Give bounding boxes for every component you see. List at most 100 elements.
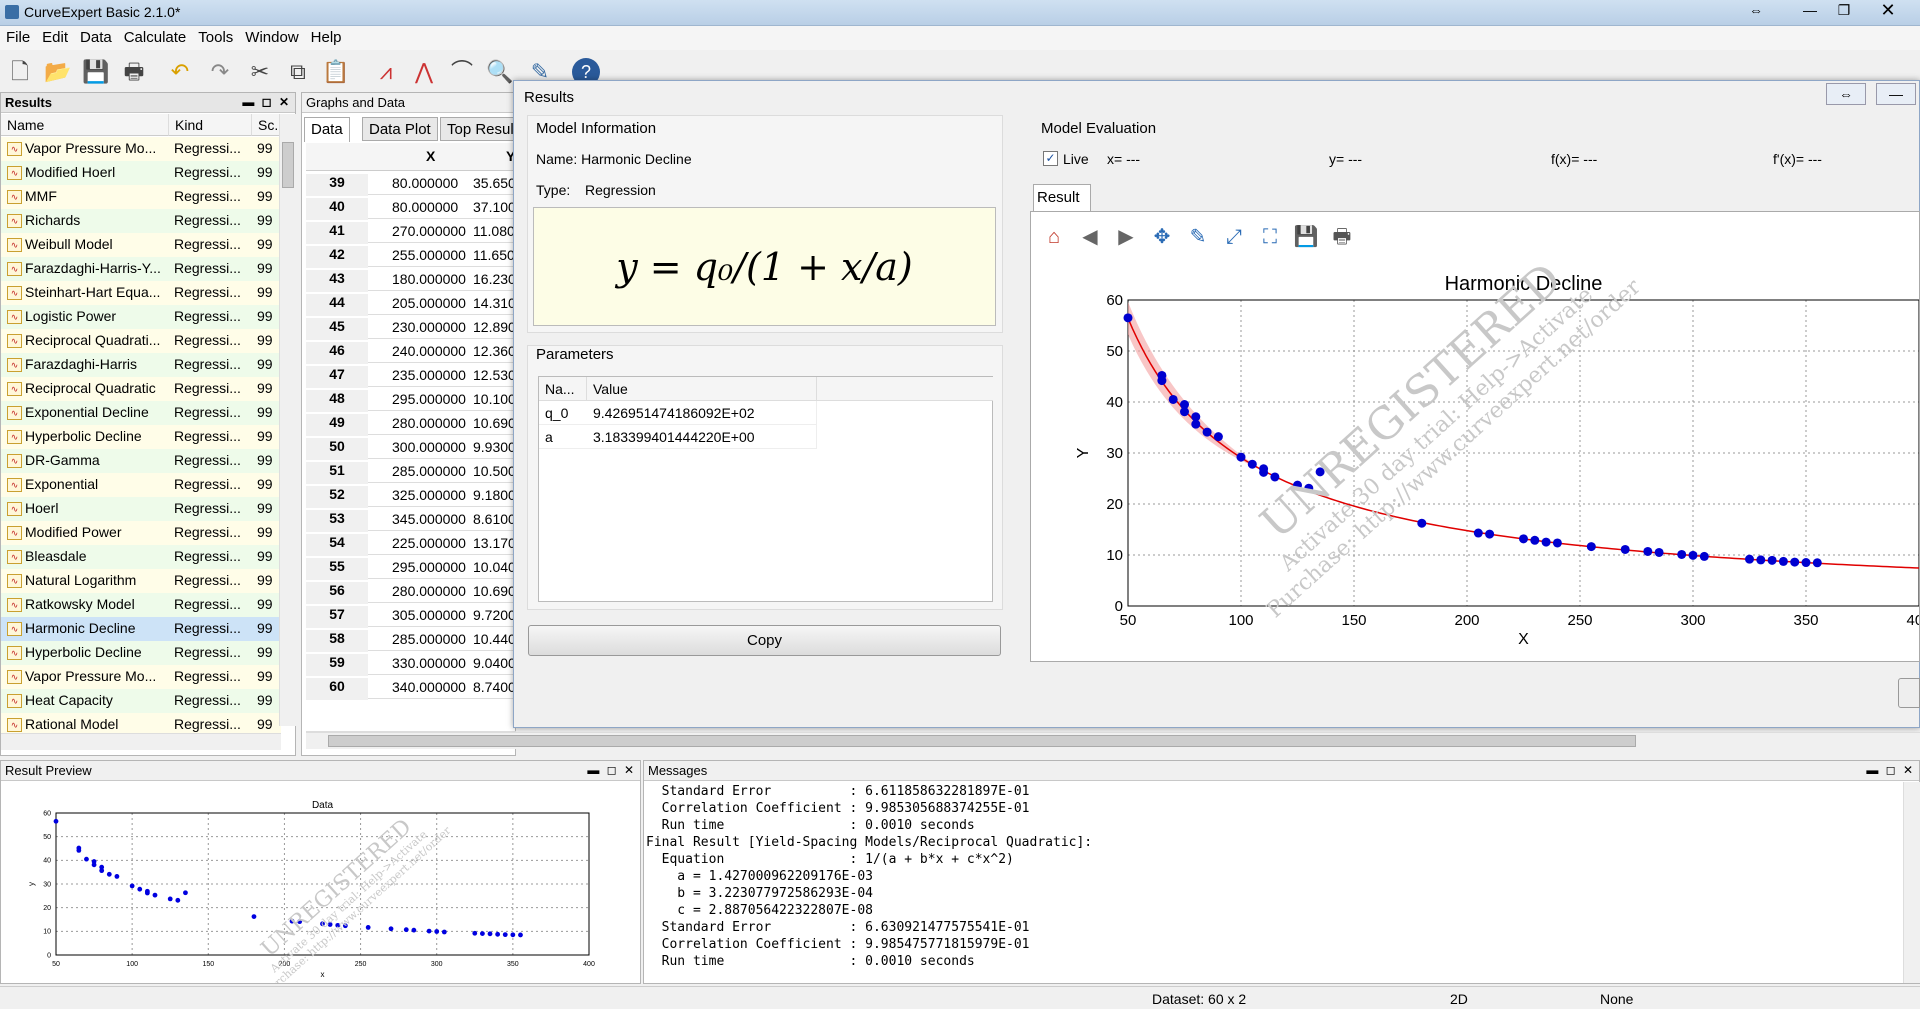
tab-data-plot[interactable]: Data Plot [362, 117, 438, 141]
pan-icon[interactable]: ✥ [1149, 224, 1175, 250]
list-item[interactable]: ∿ Exponential Decline Regressi... 99 [1, 401, 281, 425]
float-toggle-icon[interactable]: ⇔ [1826, 83, 1866, 105]
redo-icon[interactable]: ↷ [204, 56, 236, 88]
scroll-thumb[interactable] [282, 142, 294, 188]
row-number[interactable]: 42 [306, 246, 368, 268]
col-score-header[interactable]: Sc. [252, 114, 282, 136]
menu-help[interactable]: Help [305, 26, 348, 46]
table-row[interactable]: 39 80.000000 35.650 [306, 171, 516, 196]
hscroll-thumb[interactable] [328, 735, 1636, 747]
list-item[interactable]: ∿ Reciprocal Quadrati... Regressi... 99 [1, 329, 281, 353]
table-row[interactable]: 55 295.000000 10.040 [306, 555, 516, 580]
copy-icon[interactable]: ⧉ [282, 56, 314, 88]
table-row[interactable]: 46 240.000000 12.360 [306, 339, 516, 364]
list-item[interactable]: ∿ DR-Gamma Regressi... 99 [1, 449, 281, 473]
table-row[interactable]: 42 255.000000 11.650 [306, 243, 516, 268]
restore-toggle-icon[interactable]: ⇔ [1734, 0, 1778, 20]
list-item[interactable]: ∿ Hyperbolic Decline Regressi... 99 [1, 641, 281, 665]
x-cell[interactable]: 300.000000 [392, 439, 472, 455]
paste-icon[interactable]: 📋 [320, 56, 352, 88]
x-cell[interactable]: 285.000000 [392, 463, 472, 479]
list-item[interactable]: ∿ Hyperbolic Decline Regressi... 99 [1, 425, 281, 449]
results-vscrollbar[interactable] [279, 114, 296, 726]
col-x-header[interactable]: X [426, 148, 435, 164]
y-cell[interactable]: 10.100 [473, 391, 513, 407]
row-number[interactable]: 53 [306, 510, 368, 532]
table-row[interactable]: 58 285.000000 10.440 [306, 627, 516, 652]
row-number[interactable]: 51 [306, 462, 368, 484]
list-item[interactable]: ∿ Modified Power Regressi... 99 [1, 521, 281, 545]
y-cell[interactable]: 12.890 [473, 319, 513, 335]
list-item[interactable]: ∿ Farazdaghi-Harris-Y... Regressi... 99 [1, 257, 281, 281]
menu-calculate[interactable]: Calculate [118, 26, 193, 46]
y-cell[interactable]: 12.360 [473, 343, 513, 359]
x-cell[interactable]: 280.000000 [392, 415, 472, 431]
maximize-button[interactable]: ❐ [1822, 0, 1866, 20]
edit-axes-icon[interactable]: ✎ [1185, 224, 1211, 250]
row-number[interactable]: 55 [306, 558, 368, 580]
row-number[interactable]: 47 [306, 366, 368, 388]
x-cell[interactable]: 205.000000 [392, 295, 472, 311]
panel-controls-icon[interactable]: ▬ ◻ ✕ [587, 763, 636, 777]
x-cell[interactable]: 80.000000 [392, 175, 472, 191]
row-number[interactable]: 49 [306, 414, 368, 436]
tab-top-result[interactable]: Top Result [440, 117, 520, 141]
results-hscrollbar[interactable] [1, 733, 281, 750]
table-row[interactable]: 40 80.000000 37.100 [306, 195, 516, 220]
row-number[interactable]: 39 [306, 174, 368, 196]
x-cell[interactable]: 225.000000 [392, 535, 472, 551]
row-number[interactable]: 58 [306, 630, 368, 652]
row-number[interactable]: 41 [306, 222, 368, 244]
row-number[interactable]: 48 [306, 390, 368, 412]
x-cell[interactable]: 270.000000 [392, 223, 472, 239]
x-cell[interactable]: 295.000000 [392, 391, 472, 407]
table-row[interactable]: 56 280.000000 10.690 [306, 579, 516, 604]
row-number[interactable]: 56 [306, 582, 368, 604]
zoom-icon[interactable]: 🔍 [484, 56, 516, 88]
x-cell[interactable]: 80.000000 [392, 199, 472, 215]
menu-window[interactable]: Window [239, 26, 304, 46]
x-cell[interactable]: 280.000000 [392, 583, 472, 599]
x-cell[interactable]: 285.000000 [392, 631, 472, 647]
list-item[interactable]: ∿ Ratkowsky Model Regressi... 99 [1, 593, 281, 617]
home-icon[interactable]: ⌂ [1041, 224, 1067, 250]
list-item[interactable]: ∿ Bleasdale Regressi... 99 [1, 545, 281, 569]
list-item[interactable]: ∿ Hoerl Regressi... 99 [1, 497, 281, 521]
x-cell[interactable]: 255.000000 [392, 247, 472, 263]
zoom-rect-icon[interactable]: ⛶ [1257, 224, 1283, 250]
row-number[interactable]: 54 [306, 534, 368, 556]
messages-vscrollbar[interactable] [1903, 782, 1920, 983]
y-cell[interactable]: 16.230 [473, 271, 513, 287]
table-row[interactable]: 54 225.000000 13.170 [306, 531, 516, 556]
y-cell[interactable]: 9.0400 [473, 655, 513, 671]
list-item[interactable]: ∿ Exponential Regressi... 99 [1, 473, 281, 497]
list-item[interactable]: ∿ Richards Regressi... 99 [1, 209, 281, 233]
scatter-plot-icon[interactable]: ⩘ [370, 56, 402, 88]
list-item[interactable]: ∿ Farazdaghi-Harris Regressi... 99 [1, 353, 281, 377]
list-item[interactable]: ∿ MMF Regressi... 99 [1, 185, 281, 209]
curve-plot-icon[interactable]: ⌒ [446, 56, 478, 88]
row-number[interactable]: 57 [306, 606, 368, 628]
table-row[interactable]: 60 340.000000 8.7400 [306, 675, 516, 700]
x-cell[interactable]: 330.000000 [392, 655, 472, 671]
list-item[interactable]: ∿ Vapor Pressure Mo... Regressi... 99 [1, 665, 281, 689]
table-row[interactable]: 44 205.000000 14.310 [306, 291, 516, 316]
menu-tools[interactable]: Tools [192, 26, 239, 46]
list-item[interactable]: ∿ Steinhart-Hart Equa... Regressi... 99 [1, 281, 281, 305]
tab-result[interactable]: Result [1033, 184, 1091, 211]
undo-icon[interactable]: ↶ [164, 56, 196, 88]
dialog-button-partial[interactable] [1898, 678, 1920, 708]
row-number[interactable]: 45 [306, 318, 368, 340]
x-cell[interactable]: 305.000000 [392, 607, 472, 623]
x-cell[interactable]: 340.000000 [392, 679, 472, 695]
panel-controls-icon[interactable]: ▬ ◻ ✕ [1866, 763, 1915, 777]
param-value-header[interactable]: Value [587, 377, 817, 401]
list-item[interactable]: ∿ Modified Hoerl Regressi... 99 [1, 161, 281, 185]
list-item[interactable]: ∿ Vapor Pressure Mo... Regressi... 99 [1, 137, 281, 161]
table-row[interactable]: 41 270.000000 11.080 [306, 219, 516, 244]
y-cell[interactable]: 10.500 [473, 463, 513, 479]
fit-icon[interactable]: ⤢ [1221, 224, 1247, 250]
table-row[interactable]: 45 230.000000 12.890 [306, 315, 516, 340]
y-cell[interactable]: 11.080 [473, 223, 513, 239]
y-cell[interactable]: 10.040 [473, 559, 513, 575]
